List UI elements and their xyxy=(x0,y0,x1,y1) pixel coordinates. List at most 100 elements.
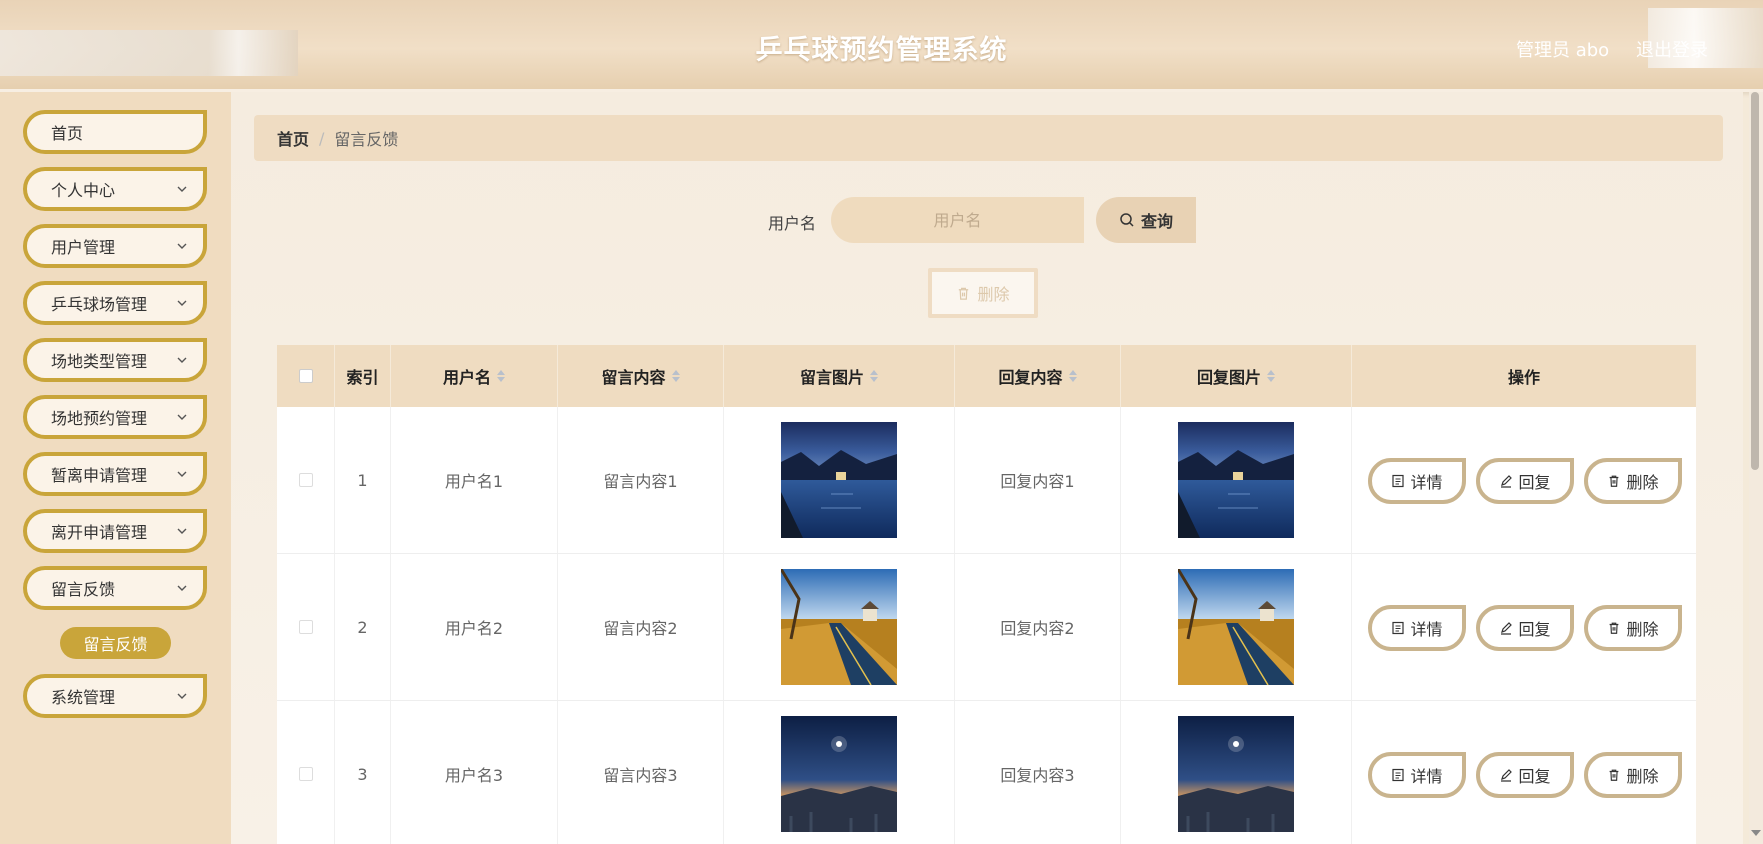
sidebar-item-label: 场地类型管理 xyxy=(51,352,148,371)
column-header-reply-image[interactable]: 回复图片 xyxy=(1121,345,1352,407)
delete-button[interactable]: 删除 xyxy=(1584,458,1682,504)
sidebar-item-system-management[interactable]: 系统管理 xyxy=(23,674,207,718)
column-header-reply-content[interactable]: 回复内容 xyxy=(955,345,1121,407)
trash-icon xyxy=(1610,622,1619,634)
column-header-message-content[interactable]: 留言内容 xyxy=(558,345,724,407)
search-label: 用户名 xyxy=(768,214,817,233)
sidebar-subitem-feedback[interactable]: 留言反馈 xyxy=(60,627,171,659)
delete-button-label: 删除 xyxy=(1626,473,1659,492)
breadcrumb-current: 留言反馈 xyxy=(334,130,399,149)
sort-icon[interactable] xyxy=(671,370,680,382)
sidebar-item-label: 留言反馈 xyxy=(51,580,116,599)
message-image-autumn-road[interactable] xyxy=(781,569,897,685)
chevron-down-icon xyxy=(177,693,187,699)
reply-button[interactable]: 回复 xyxy=(1476,605,1574,651)
row-select-cell xyxy=(277,701,335,844)
sidebar-item-label: 首页 xyxy=(51,124,84,143)
index-cell: 3 xyxy=(335,701,391,844)
batch-delete-button[interactable]: 删除 xyxy=(928,268,1038,318)
actions-cell: 详情 回复 删除 xyxy=(1352,701,1696,844)
scrollbar-thumb[interactable] xyxy=(1751,92,1759,470)
message-image-lake-night[interactable] xyxy=(781,422,897,538)
trash-icon xyxy=(1610,475,1619,487)
row-select-cell xyxy=(277,554,335,700)
column-header-label: 留言图片 xyxy=(799,368,864,387)
message-image-starry-desert[interactable] xyxy=(781,716,897,832)
search-input[interactable] xyxy=(831,197,1084,243)
scroll-down-arrow-icon[interactable] xyxy=(1751,830,1761,836)
column-header-username[interactable]: 用户名 xyxy=(391,345,558,407)
column-header-message-image[interactable]: 留言图片 xyxy=(724,345,955,407)
column-header-label: 索引 xyxy=(346,368,379,387)
document-icon xyxy=(1392,474,1405,488)
delete-button[interactable]: 删除 xyxy=(1584,605,1682,651)
table-row: 3 用户名3 留言内容3 回复内容3 详情 回复 删除 xyxy=(277,701,1696,844)
delete-button[interactable]: 删除 xyxy=(1584,752,1682,798)
reply-image-cell xyxy=(1121,407,1352,553)
sidebar-item-personal-center[interactable]: 个人中心 xyxy=(23,167,207,211)
sidebar-item-feedback[interactable]: 留言反馈 xyxy=(23,566,207,610)
column-header-label: 用户名 xyxy=(442,368,491,387)
select-all-cell xyxy=(277,345,335,407)
logout-link[interactable]: 退出登录 xyxy=(1636,36,1708,62)
row-checkbox[interactable] xyxy=(298,620,313,634)
chevron-down-icon xyxy=(177,300,187,306)
sort-icon[interactable] xyxy=(497,370,505,382)
detail-button[interactable]: 详情 xyxy=(1368,605,1466,651)
sidebar-item-booking-management[interactable]: 场地预约管理 xyxy=(23,395,207,439)
sidebar-item-label: 系统管理 xyxy=(51,688,116,707)
chevron-down-icon xyxy=(177,528,187,534)
table-row: 2 用户名2 留言内容2 回复内容2 详情 回复 删除 xyxy=(277,554,1696,701)
row-select-cell xyxy=(277,407,335,553)
reply-image-starry-desert[interactable] xyxy=(1178,716,1294,832)
page-scrollbar[interactable] xyxy=(1749,92,1763,844)
reply-button-label: 回复 xyxy=(1518,767,1551,786)
chevron-down-icon xyxy=(177,186,187,192)
username-cell: 用户名2 xyxy=(391,554,558,700)
column-header-label: 回复内容 xyxy=(998,368,1063,387)
reply-content-cell: 回复内容2 xyxy=(955,554,1121,700)
delete-button-label: 删除 xyxy=(1626,767,1659,786)
sort-icon[interactable] xyxy=(1068,370,1077,382)
reply-image-lake-night[interactable] xyxy=(1178,422,1294,538)
reply-content-cell: 回复内容3 xyxy=(955,701,1121,844)
detail-button[interactable]: 详情 xyxy=(1368,458,1466,504)
sidebar-item-leave-management[interactable]: 离开申请管理 xyxy=(23,509,207,553)
actions-cell: 详情 回复 删除 xyxy=(1352,554,1696,700)
index-cell: 2 xyxy=(335,554,391,700)
select-all-checkbox[interactable] xyxy=(298,369,313,383)
sort-icon[interactable] xyxy=(870,370,878,382)
chevron-down-icon xyxy=(177,243,187,249)
table-row: 1 用户名1 留言内容1 回复内容1 详情 回复 删除 xyxy=(277,407,1696,554)
detail-button-label: 详情 xyxy=(1410,473,1443,492)
delete-button-label: 删除 xyxy=(1626,620,1659,639)
main-content: 首页 / 留言反馈 用户名 查询 删除 索引 用户名 留言内容 xyxy=(231,92,1743,844)
row-checkbox[interactable] xyxy=(298,767,313,781)
edit-icon xyxy=(1501,769,1513,782)
column-header-label: 留言内容 xyxy=(601,368,666,387)
reply-button[interactable]: 回复 xyxy=(1476,458,1574,504)
sidebar-item-temp-leave-management[interactable]: 暂离申请管理 xyxy=(23,452,207,496)
sort-icon[interactable] xyxy=(1267,370,1275,382)
column-header-index: 索引 xyxy=(335,345,391,407)
detail-button[interactable]: 详情 xyxy=(1368,752,1466,798)
sidebar-item-home[interactable]: 首页 xyxy=(23,110,207,154)
breadcrumb-home[interactable]: 首页 xyxy=(277,126,309,150)
detail-button-label: 详情 xyxy=(1410,767,1443,786)
sidebar-item-label: 离开申请管理 xyxy=(51,523,148,542)
sidebar-item-label: 场地预约管理 xyxy=(51,409,148,428)
reply-button[interactable]: 回复 xyxy=(1476,752,1574,798)
reply-image-autumn-road[interactable] xyxy=(1178,569,1294,685)
sidebar-item-court-management[interactable]: 乒乓球场管理 xyxy=(23,281,207,325)
reply-image-cell xyxy=(1121,701,1352,844)
sidebar-item-label: 个人中心 xyxy=(51,181,116,200)
sidebar: 首页 个人中心 用户管理 乒乓球场管理 场地类型管理 场地预约管理 暂离申请管理… xyxy=(0,92,231,844)
reply-image-cell xyxy=(1121,554,1352,700)
actions-cell: 详情 回复 删除 xyxy=(1352,407,1696,553)
query-button[interactable]: 查询 xyxy=(1096,197,1196,243)
current-user: 管理员 abo xyxy=(1516,40,1610,61)
sidebar-item-user-management[interactable]: 用户管理 xyxy=(23,224,207,268)
sidebar-item-venue-type-management[interactable]: 场地类型管理 xyxy=(23,338,207,382)
row-checkbox[interactable] xyxy=(298,473,313,487)
column-header-actions: 操作 xyxy=(1352,345,1696,407)
